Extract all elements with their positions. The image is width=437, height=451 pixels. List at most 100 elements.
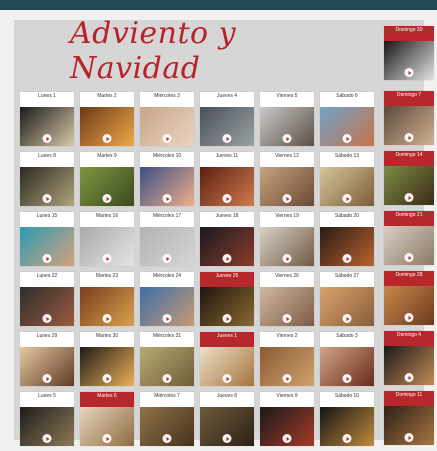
day-card[interactable]: Martes 30 [80,332,134,386]
day-card[interactable]: Jueves 4 [200,92,254,146]
sunday-card[interactable]: Domingo 14 [384,151,434,205]
play-icon[interactable] [404,193,414,202]
play-icon[interactable] [222,134,232,143]
play-icon[interactable] [342,314,352,323]
sunday-card[interactable]: Domingo 30 [384,26,434,80]
day-card[interactable]: Miércoles 3 [140,92,194,146]
day-card[interactable]: Miércoles 10 [140,152,194,206]
day-card[interactable]: Miércoles 31 [140,332,194,386]
play-icon[interactable] [102,434,112,443]
play-icon[interactable] [282,134,292,143]
day-card[interactable]: Martes 6 [80,392,134,446]
play-icon[interactable] [162,194,172,203]
play-icon[interactable] [282,434,292,443]
card-label: Sábado 10 [334,393,360,399]
day-card[interactable]: Viernes 5 [260,92,314,146]
day-card[interactable]: Martes 16 [80,212,134,266]
play-icon[interactable] [282,194,292,203]
day-card[interactable]: Sábado 13 [320,152,374,206]
card-label: Lunes 8 [38,153,56,159]
day-card[interactable]: Viernes 2 [260,332,314,386]
play-icon[interactable] [162,434,172,443]
day-card[interactable]: Lunes 15 [20,212,74,266]
card-label: Martes 30 [95,333,119,339]
play-icon[interactable] [342,194,352,203]
page-title: Adviento y Navidad [70,16,237,86]
play-icon[interactable] [222,254,232,263]
play-icon[interactable] [42,134,52,143]
play-icon[interactable] [342,374,352,383]
card-label: Sábado 13 [334,153,360,159]
play-icon[interactable] [222,434,232,443]
card-label: Miércoles 31 [152,333,182,339]
play-icon[interactable] [222,194,232,203]
play-icon[interactable] [404,313,414,322]
day-card[interactable]: Lunes 22 [20,272,74,326]
play-icon[interactable] [404,373,414,382]
card-label: Jueves 11 [215,153,239,159]
card-label: Viernes 19 [275,213,299,219]
day-card[interactable]: Viernes 9 [260,392,314,446]
day-card[interactable]: Sábado 10 [320,392,374,446]
card-label: Viernes 9 [276,393,298,399]
day-card[interactable]: Martes 2 [80,92,134,146]
play-icon[interactable] [404,133,414,142]
day-card[interactable]: Martes 23 [80,272,134,326]
sunday-card[interactable]: Domingo 4 [384,331,434,385]
play-icon[interactable] [42,194,52,203]
play-icon[interactable] [42,434,52,443]
day-card[interactable]: Miércoles 7 [140,392,194,446]
play-icon[interactable] [102,314,112,323]
play-icon[interactable] [42,374,52,383]
day-card[interactable]: Lunes 5 [20,392,74,446]
day-card[interactable]: Jueves 18 [200,212,254,266]
play-icon[interactable] [282,374,292,383]
play-icon[interactable] [342,254,352,263]
day-card[interactable]: Sábado 27 [320,272,374,326]
sunday-card[interactable]: Domingo 21 [384,211,434,265]
play-icon[interactable] [222,314,232,323]
day-card[interactable]: Jueves 1 [200,332,254,386]
play-icon[interactable] [222,374,232,383]
play-icon[interactable] [102,254,112,263]
day-card[interactable]: Lunes 8 [20,152,74,206]
card-label: Jueves 18 [215,213,239,219]
play-icon[interactable] [162,314,172,323]
play-icon[interactable] [42,254,52,263]
day-card[interactable]: Viernes 19 [260,212,314,266]
play-icon[interactable] [42,314,52,323]
play-icon[interactable] [342,134,352,143]
sunday-card[interactable]: Domingo 7 [384,91,434,145]
play-icon[interactable] [282,254,292,263]
play-icon[interactable] [404,253,414,262]
day-card[interactable]: Sábado 3 [320,332,374,386]
play-icon[interactable] [102,134,112,143]
play-icon[interactable] [102,194,112,203]
day-card[interactable]: Lunes 29 [20,332,74,386]
day-card[interactable]: Viernes 26 [260,272,314,326]
day-card[interactable]: Lunes 1 [20,92,74,146]
day-card[interactable]: Miércoles 24 [140,272,194,326]
card-label: Miércoles 10 [152,153,182,159]
day-card[interactable]: Jueves 11 [200,152,254,206]
play-icon[interactable] [162,374,172,383]
day-card[interactable]: Miércoles 17 [140,212,194,266]
sunday-card[interactable]: Domingo 11 [384,391,434,445]
day-card[interactable]: Jueves 25 [200,272,254,326]
play-icon[interactable] [162,254,172,263]
top-band [0,0,437,10]
play-icon[interactable] [102,374,112,383]
day-card[interactable]: Viernes 12 [260,152,314,206]
card-label: Viernes 12 [275,153,299,159]
day-card[interactable]: Sábado 20 [320,212,374,266]
play-icon[interactable] [162,134,172,143]
play-icon[interactable] [404,68,414,77]
play-icon[interactable] [404,433,414,442]
card-label: Jueves 4 [216,93,237,99]
day-card[interactable]: Jueves 8 [200,392,254,446]
sunday-card[interactable]: Domingo 28 [384,271,434,325]
day-card[interactable]: Sábado 6 [320,92,374,146]
play-icon[interactable] [282,314,292,323]
play-icon[interactable] [342,434,352,443]
day-card[interactable]: Martes 9 [80,152,134,206]
